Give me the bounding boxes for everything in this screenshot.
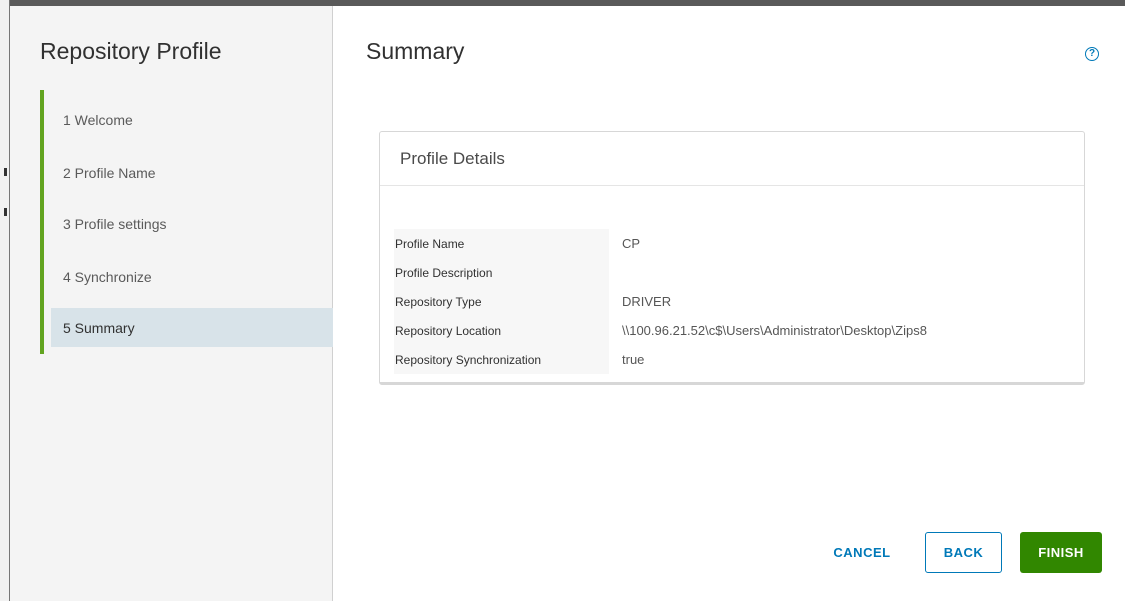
detail-label: Repository Location xyxy=(394,316,609,345)
card-title: Profile Details xyxy=(380,132,1084,186)
page-title: Summary xyxy=(366,38,465,64)
detail-row: Profile Name CP xyxy=(394,229,927,258)
detail-row: Repository Location \\100.96.21.52\c$\Us… xyxy=(394,316,927,345)
detail-value: true xyxy=(622,352,645,367)
steps-progress-bar xyxy=(40,90,44,354)
detail-row: Profile Description xyxy=(394,258,927,287)
detail-row: Repository Type DRIVER xyxy=(394,287,927,316)
edge-mark xyxy=(4,168,7,176)
help-icon[interactable]: ? xyxy=(1085,47,1099,61)
details-list: Profile Name CP Profile Description Repo… xyxy=(394,229,927,374)
step-welcome[interactable]: 1 Welcome xyxy=(51,100,333,139)
wizard-sidebar: Repository Profile 1 Welcome 2 Profile N… xyxy=(10,6,333,601)
wizard-content: Summary ? Profile Details Profile Name C… xyxy=(334,6,1125,601)
detail-label: Profile Description xyxy=(394,258,609,287)
background-window-edge xyxy=(0,0,10,601)
step-profile-name[interactable]: 2 Profile Name xyxy=(51,153,333,192)
profile-details-card: Profile Details Profile Name CP Profile … xyxy=(379,131,1085,385)
cancel-button[interactable]: CANCEL xyxy=(820,532,904,573)
detail-value: DRIVER xyxy=(622,294,672,309)
detail-value: CP xyxy=(622,236,641,251)
step-profile-settings[interactable]: 3 Profile settings xyxy=(51,204,333,243)
detail-label: Profile Name xyxy=(394,229,609,258)
step-synchronize[interactable]: 4 Synchronize xyxy=(51,257,333,296)
edge-mark xyxy=(4,208,7,216)
detail-row: Repository Synchronization true xyxy=(394,345,927,374)
detail-value xyxy=(609,258,622,287)
detail-label: Repository Synchronization xyxy=(394,345,609,374)
step-summary[interactable]: 5 Summary xyxy=(51,308,333,347)
back-button[interactable]: BACK xyxy=(925,532,1002,573)
detail-label: Repository Type xyxy=(394,287,609,316)
finish-button[interactable]: FINISH xyxy=(1020,532,1102,573)
detail-value: \\100.96.21.52\c$\Users\Administrator\De… xyxy=(622,323,927,338)
wizard-title: Repository Profile xyxy=(40,38,222,64)
